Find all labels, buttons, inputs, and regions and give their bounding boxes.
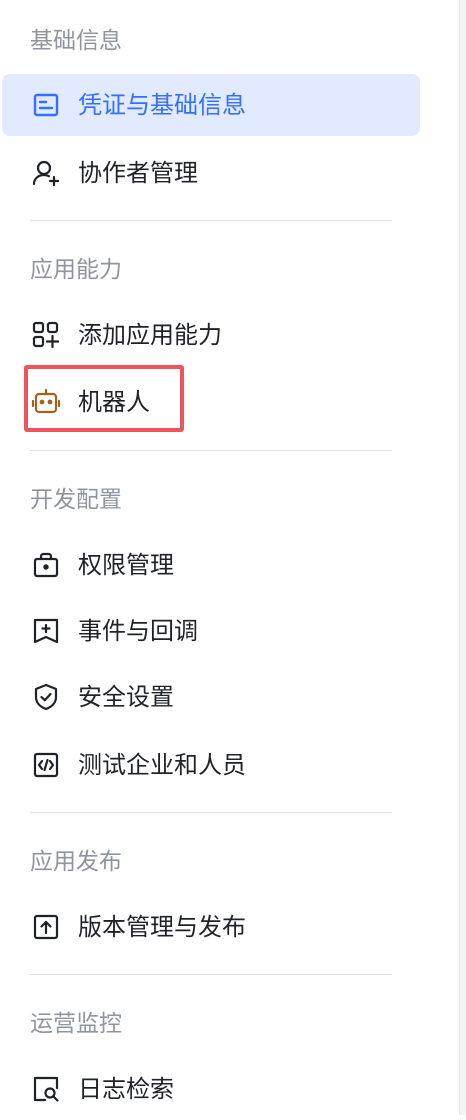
code-icon	[31, 750, 61, 780]
upload-icon	[31, 912, 61, 942]
highlight-box	[24, 365, 184, 432]
nav-item-version[interactable]: 版本管理与发布	[2, 896, 420, 958]
apps-add-icon	[31, 320, 61, 350]
log-search-icon	[31, 1074, 61, 1104]
divider	[30, 974, 392, 975]
section-title-release: 应用发布	[30, 849, 122, 875]
nav-item-label: 权限管理	[78, 551, 174, 579]
nav-item-collaborators[interactable]: 协作者管理	[2, 142, 420, 204]
section-title-capabilities: 应用能力	[30, 257, 122, 283]
nav-item-label: 日志检索	[78, 1075, 174, 1103]
nav-item-security[interactable]: 安全设置	[2, 666, 420, 728]
event-plus-icon	[31, 616, 61, 646]
id-card-icon	[31, 90, 61, 120]
divider	[30, 450, 392, 451]
nav-item-label: 添加应用能力	[78, 321, 222, 349]
nav-item-label: 凭证与基础信息	[78, 91, 246, 119]
shield-check-icon	[31, 682, 61, 712]
nav-item-label: 版本管理与发布	[78, 913, 246, 941]
nav-item-label: 事件与回调	[78, 617, 198, 645]
add-user-icon	[31, 158, 61, 188]
section-title-dev: 开发配置	[30, 487, 122, 513]
section-title-basic: 基础信息	[30, 28, 122, 54]
nav-item-logs[interactable]: 日志检索	[2, 1058, 420, 1120]
divider	[30, 220, 392, 221]
lock-briefcase-icon	[31, 550, 61, 580]
nav-item-label: 协作者管理	[78, 159, 198, 187]
nav-item-add-capability[interactable]: 添加应用能力	[2, 304, 420, 366]
nav-item-label: 测试企业和人员	[78, 751, 246, 779]
section-title-ops: 运营监控	[30, 1011, 122, 1037]
nav-item-credentials[interactable]: 凭证与基础信息	[2, 74, 420, 136]
nav-item-label: 安全设置	[78, 683, 174, 711]
nav-item-permissions[interactable]: 权限管理	[2, 534, 420, 596]
nav-item-test-org[interactable]: 测试企业和人员	[2, 734, 420, 796]
scrollbar-track[interactable]	[459, 0, 466, 1115]
nav-item-events[interactable]: 事件与回调	[2, 600, 420, 662]
divider	[30, 812, 392, 813]
